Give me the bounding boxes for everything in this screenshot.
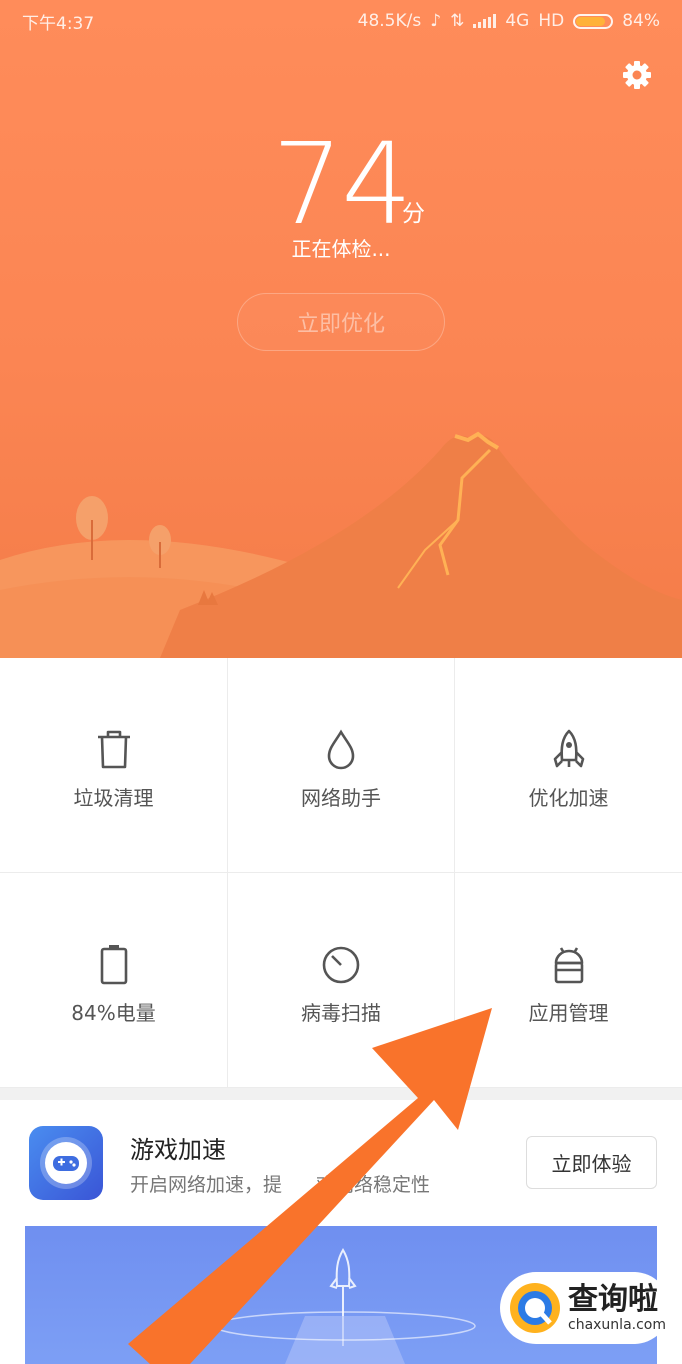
network-type: 4G — [505, 11, 530, 31]
gamepad-icon[interactable] — [29, 1126, 103, 1200]
score-unit: 分 — [402, 201, 425, 227]
optimize-button[interactable]: 立即优化 — [237, 293, 445, 351]
mute-icon: ♪ — [430, 11, 442, 31]
timer-icon — [322, 946, 360, 984]
tool-trash-cleanup[interactable]: 垃圾清理 — [0, 658, 228, 873]
status-time: 下午4:37 — [22, 13, 95, 34]
status-bar: 下午4:37 48.5K/s ♪ ⇅ 4G HD 84% — [0, 0, 682, 42]
net-speed: 48.5K/s — [357, 11, 422, 31]
trash-icon — [97, 730, 130, 769]
tool-label: 网络助手 — [301, 786, 381, 810]
tool-label: 垃圾清理 — [73, 786, 154, 810]
battery-status-icon — [573, 13, 614, 29]
promo-title: 游戏加速 — [130, 1136, 226, 1164]
watermark-logo-icon — [510, 1283, 560, 1333]
watermark-url: chaxunla.com — [568, 1317, 666, 1333]
tool-label: 应用管理 — [528, 1001, 609, 1025]
android-icon — [554, 947, 583, 984]
tool-network-assistant[interactable]: 网络助手 — [228, 658, 455, 873]
rocket-icon — [553, 729, 584, 768]
signal-icon — [473, 14, 497, 28]
hd-indicator: HD — [538, 11, 565, 31]
promo-subtitle: 开启网络加速，提 戏网络稳定性 — [130, 1174, 431, 1196]
gear-icon[interactable] — [620, 58, 654, 92]
battery-percent: 84% — [622, 11, 660, 31]
score-value: 74 — [272, 120, 413, 250]
battery-icon — [100, 945, 127, 985]
score-header: 下午4:37 48.5K/s ♪ ⇅ 4G HD 84% 74 分 正在体检..… — [0, 0, 682, 658]
tool-battery[interactable]: 84%电量 — [0, 873, 228, 1088]
tool-app-management[interactable]: 应用管理 — [455, 873, 682, 1088]
tool-speed-boost[interactable]: 优化加速 — [455, 658, 682, 873]
droplet-icon — [327, 729, 355, 770]
watermark: 查询啦 chaxunla.com — [500, 1272, 670, 1344]
data-transfer-icon: ⇅ — [450, 11, 465, 31]
tool-label: 优化加速 — [528, 786, 609, 810]
section-divider — [0, 1088, 682, 1100]
tool-virus-scan[interactable]: 病毒扫描 — [228, 873, 455, 1088]
tool-label: 84%电量 — [71, 1001, 156, 1025]
watermark-text: 查询啦 — [568, 1282, 658, 1317]
try-now-button[interactable]: 立即体验 — [526, 1136, 657, 1189]
tool-grid: 垃圾清理 网络助手 优化加速 84%电量 病毒扫描 应用管理 — [0, 658, 682, 1088]
checkup-status: 正在体检... — [291, 237, 391, 261]
tool-label: 病毒扫描 — [301, 1001, 381, 1025]
